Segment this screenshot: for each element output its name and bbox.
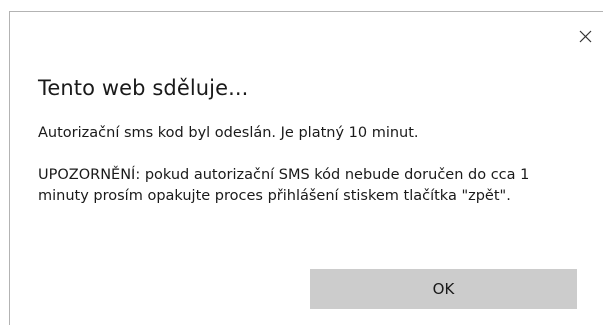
close-icon	[579, 30, 591, 42]
message-warning: UPOZORNĚNÍ: pokud autorizační SMS kód ne…	[38, 167, 530, 204]
alert-dialog: Tento web sděluje... Autorizační sms kod…	[9, 11, 603, 325]
ok-button[interactable]: OK	[310, 269, 577, 309]
dialog-title: Tento web sděluje...	[38, 76, 249, 100]
dialog-message: Autorizační sms kod byl odeslán. Je plat…	[38, 123, 578, 207]
close-button[interactable]	[571, 22, 599, 50]
message-sms-sent: Autorizační sms kod byl odeslán. Je plat…	[38, 125, 419, 141]
page: Tento web sděluje... Autorizační sms kod…	[0, 0, 603, 325]
